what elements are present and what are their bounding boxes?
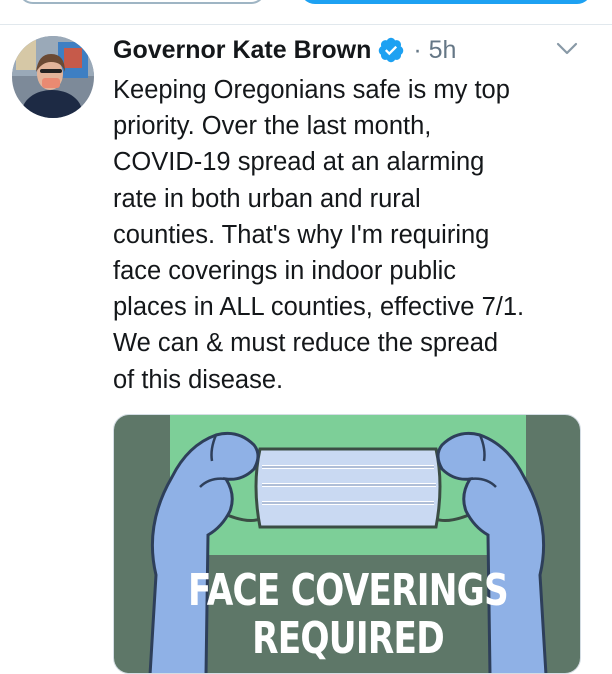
- tweet-text-line: places in ALL counties, effective 7/1.: [113, 293, 525, 322]
- tweet-text-line: counties. That's why I'm requiring: [113, 220, 490, 249]
- tweet-text-line: We can & must reduce the spread: [113, 329, 499, 358]
- tweet-text-line: of this disease.: [113, 365, 284, 394]
- divider: [0, 24, 612, 25]
- follow-button[interactable]: [18, 0, 266, 4]
- media-title-line-1: FACE COVERINGS: [188, 565, 509, 616]
- tweet-text-line: priority. Over the last month,: [113, 112, 432, 141]
- time-ago: 5h: [428, 35, 457, 64]
- tweet-text: Keeping Oregonians safe is my top priori…: [113, 72, 593, 398]
- chevron-down-icon[interactable]: [556, 42, 578, 56]
- tweet-text-line: face coverings in indoor public: [113, 257, 457, 286]
- author-name[interactable]: Governor Kate Brown: [113, 36, 371, 65]
- tweet-text-line: Keeping Oregonians safe is my top: [113, 76, 510, 104]
- avatar[interactable]: [12, 36, 94, 118]
- tweet-media-image[interactable]: FACE COVERINGS REQUIRED: [113, 414, 581, 674]
- time-separator: ·: [413, 35, 422, 64]
- tweet-header: Governor Kate Brown · 5h: [113, 34, 456, 66]
- verified-badge-icon: [379, 37, 404, 63]
- tweet-text-line: rate in both urban and rural: [113, 184, 421, 213]
- tweet-text-line: COVID-19 spread at an alarming: [113, 148, 485, 177]
- media-title-line-2: REQUIRED: [252, 613, 445, 664]
- action-button[interactable]: [300, 0, 592, 4]
- tweet-timestamp[interactable]: · 5h: [413, 36, 456, 65]
